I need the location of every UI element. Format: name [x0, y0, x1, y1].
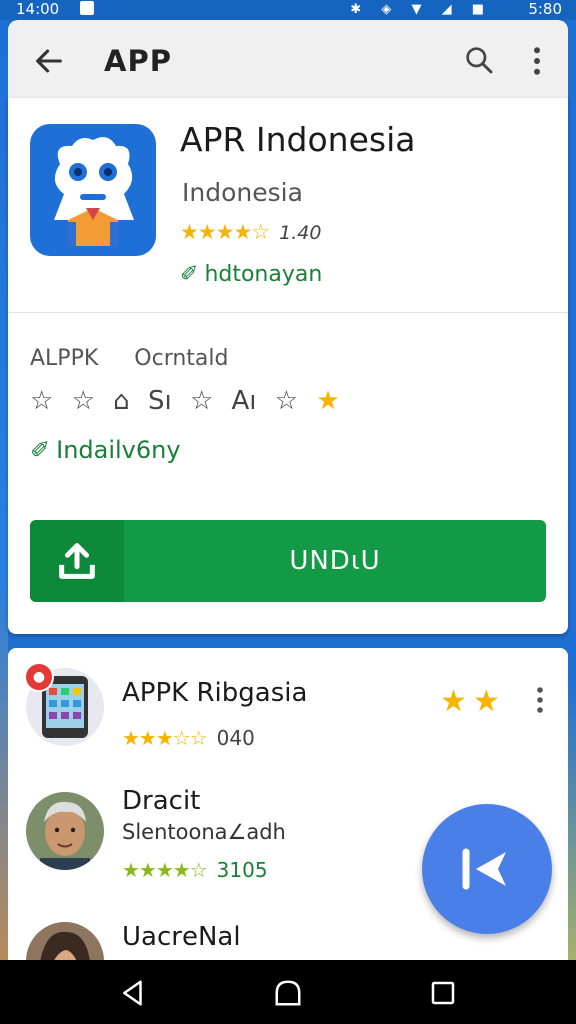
verify-text: Indailv6ny: [56, 436, 181, 464]
status-bar: 14:00 ✱ ◈ ▼ ◢ ■ 5:80: [0, 0, 576, 20]
list-item-stars: ★★★☆☆: [122, 726, 208, 750]
rating-count: 1.40: [279, 222, 322, 244]
list-item-name: UacrеNal: [122, 922, 241, 952]
upload-icon: [59, 543, 95, 579]
install-icon-box: [30, 520, 124, 602]
app-rating: ★★★★☆ 1.40: [180, 220, 321, 244]
more-options-icon[interactable]: [536, 686, 544, 714]
verified-icon: ✐: [180, 262, 199, 287]
rating-mark: ☆: [30, 386, 54, 416]
rewind-icon: [462, 848, 506, 890]
system-nav-bar: [0, 960, 576, 1024]
list-item-name: Dracit: [122, 786, 201, 816]
list-item-subtitle: Slentoona∠adh: [122, 820, 286, 844]
verify-link[interactable]: ✐ Indailv6ny: [30, 436, 181, 464]
avatar: [26, 792, 104, 870]
app-bar: APP: [8, 20, 568, 98]
status-icons: ✱ ◈ ▼ ◢ ■: [350, 2, 492, 17]
rating-mark: Sı: [147, 386, 172, 416]
rating-mark: ☆: [189, 386, 214, 416]
back-nav-icon[interactable]: [118, 978, 148, 1008]
home-nav-icon[interactable]: [273, 978, 303, 1008]
info-label-1: ALPPK: [30, 346, 99, 371]
status-time-left: 14:00: [16, 0, 60, 18]
app-icon: [30, 124, 156, 256]
install-button[interactable]: UNDιU: [30, 520, 546, 602]
list-item-rating: ★★★★☆ 3105: [122, 858, 268, 882]
list-item-name: APPK Ribgasia: [122, 678, 308, 708]
list-item-stars: ★★★★☆: [122, 858, 208, 882]
notification-icon: [80, 1, 94, 15]
list-item-rating: ★★★☆☆ 040: [122, 726, 255, 750]
rating-mark: ☆: [274, 386, 299, 416]
search-icon[interactable]: [463, 44, 495, 76]
install-label: UNDιU: [289, 546, 381, 576]
app-subtitle: Indonesia: [182, 178, 303, 207]
rating-mark: ★: [316, 386, 340, 416]
rating-stars: ★★★★☆: [180, 220, 270, 244]
app-name: APR Indonesia: [180, 120, 416, 159]
app-bar-title: APP: [104, 44, 172, 78]
notification-badge: ●: [24, 662, 54, 692]
rating-mark: ☆: [71, 386, 95, 416]
rating-mark: ⌂: [113, 386, 130, 416]
list-item[interactable]: ● APPK Ribgasia ★★★☆☆ 040 ★★: [8, 648, 568, 768]
list-item-count: 3105: [216, 858, 268, 882]
developer-link[interactable]: ✐ hdtonayan: [180, 262, 322, 287]
background-right: [568, 20, 576, 960]
list-item-count: 040: [216, 726, 255, 750]
verified-icon: ✐: [30, 436, 51, 464]
info-label-2: Ocrntald: [134, 346, 229, 371]
info-labels: ALPPK Ocrntald: [30, 346, 264, 371]
favorite-stars-icon[interactable]: ★★: [440, 684, 506, 719]
recents-nav-icon[interactable]: [428, 978, 458, 1008]
info-rating-row: ☆ ☆ ⌂ Sı ☆ Aı ☆ ★: [30, 386, 350, 416]
app-details-card: APR Indonesia Indonesia ★★★★☆ 1.40 ✐ hdton…: [8, 98, 568, 634]
back-arrow-icon[interactable]: [32, 44, 66, 78]
divider: [8, 312, 568, 313]
background-left: [0, 20, 8, 960]
floating-action-button[interactable]: [422, 804, 552, 934]
developer-name: hdtonayan: [204, 262, 323, 287]
status-time-right: 5:80: [528, 0, 562, 18]
more-options-icon[interactable]: [532, 46, 542, 76]
rating-mark: Aı: [231, 386, 257, 416]
